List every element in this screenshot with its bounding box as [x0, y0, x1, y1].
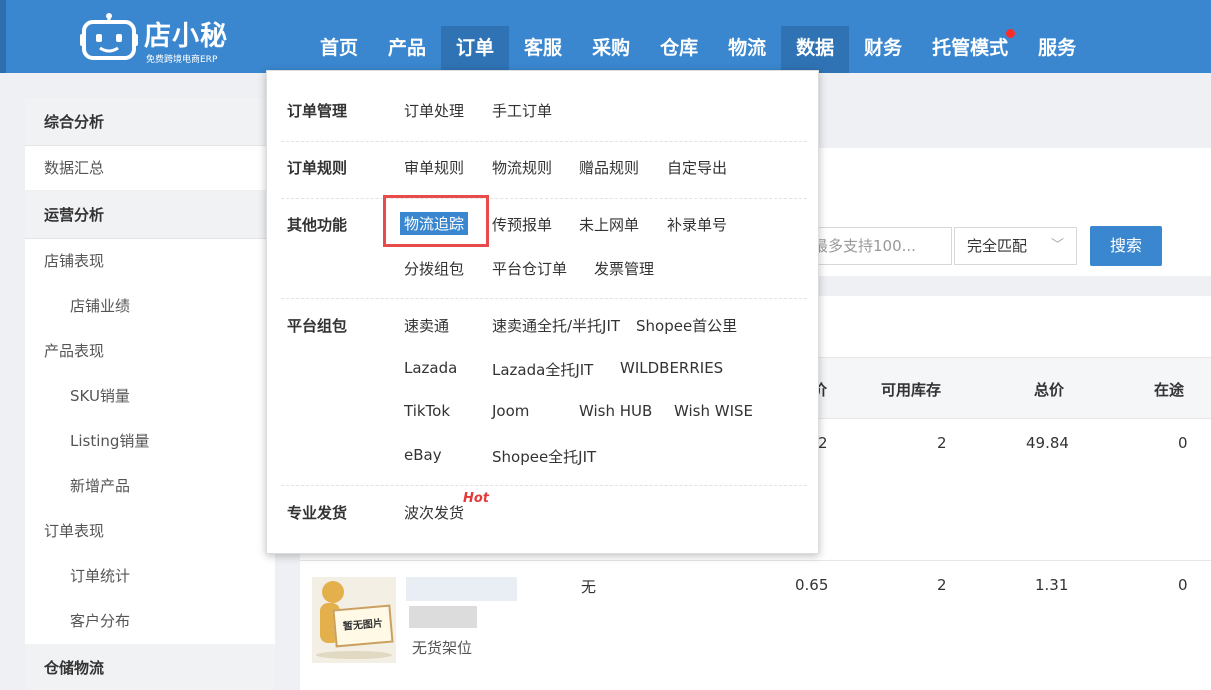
no-image-sign: 暂无图片 — [332, 604, 394, 648]
nav-finance[interactable]: 财务 — [849, 26, 917, 73]
menu-lazada-jit[interactable]: Lazada全托JIT — [492, 359, 593, 380]
section-divider — [281, 141, 807, 142]
sidebar-item-sku-sales[interactable]: SKU销量 — [25, 374, 275, 419]
sidebar-item-order-performance[interactable]: 订单表现 — [25, 509, 275, 554]
row1-stock: 2 — [937, 434, 947, 452]
nav-managed-mode-label: 托管模式 — [932, 37, 1009, 59]
menu-wave-shipping[interactable]: 波次发货 — [404, 502, 464, 523]
logo[interactable]: 店小秘 免费跨境电商ERP — [80, 8, 240, 66]
product-image-placeholder[interactable]: 暂无图片 — [312, 577, 396, 663]
row2-name: 无 — [581, 578, 597, 596]
col-in-transit: 在途 — [1154, 381, 1185, 399]
menu-aliexpress[interactable]: 速卖通 — [404, 315, 449, 336]
row2-price: 0.65 — [795, 576, 829, 594]
nav-services[interactable]: 服务 — [1023, 26, 1091, 73]
row2-total: 1.31 — [1035, 576, 1069, 594]
menu-logistics-rules[interactable]: 物流规则 — [492, 157, 552, 178]
menu-shopee-first-mile[interactable]: Shopee首公里 — [636, 315, 737, 336]
sidebar-item-product-performance[interactable]: 产品表现 — [25, 329, 275, 374]
menu-order-processing[interactable]: 订单处理 — [404, 100, 464, 121]
match-mode-value: 完全匹配 — [967, 237, 1028, 255]
logo-tagline: 免费跨境电商ERP — [146, 55, 218, 65]
top-navigation-bar: 店小秘 免费跨境电商ERP 首页 产品 订单 客服 采购 仓库 物流 数据 财务… — [0, 0, 1211, 73]
placeholder-figure-head — [322, 581, 344, 603]
nav-purchasing[interactable]: 采购 — [577, 26, 645, 73]
hot-badge: Hot — [463, 491, 490, 506]
row1-transit: 0 — [1178, 434, 1188, 452]
highlight-box — [383, 195, 489, 247]
section-platform-packing: 平台组包 — [287, 317, 348, 335]
nav-products[interactable]: 产品 — [373, 26, 441, 73]
sidebar-item-customer-distribution[interactable]: 客户分布 — [25, 599, 275, 644]
menu-wildberries[interactable]: WILDBERRIES — [620, 359, 723, 377]
chevron-down-icon: ﹀ — [1050, 238, 1064, 253]
row1-total: 49.84 — [1026, 434, 1069, 452]
sidebar-item-new-products[interactable]: 新增产品 — [25, 464, 275, 509]
menu-ebay[interactable]: eBay — [404, 446, 442, 464]
menu-wish-wise[interactable]: Wish WISE — [674, 402, 753, 420]
section-order-management: 订单管理 — [287, 102, 348, 120]
sidebar-group-operations[interactable]: 运营分析 — [25, 191, 275, 239]
sidebar-item-store-results[interactable]: 店铺业绩 — [25, 284, 275, 329]
row-divider — [300, 560, 1211, 561]
product-sku-blurred — [409, 606, 477, 628]
menu-pre-declaration[interactable]: 传预报单 — [492, 214, 552, 235]
row2-location: 无货架位 — [412, 639, 473, 657]
sidebar-item-store-performance[interactable]: 店铺表现 — [25, 239, 275, 284]
col-available-stock: 可用库存 — [881, 381, 942, 399]
col-total-price: 总价 — [1034, 381, 1065, 399]
menu-manual-order[interactable]: 手工订单 — [492, 100, 552, 121]
menu-tiktok[interactable]: TikTok — [404, 402, 450, 420]
orders-dropdown-menu: 订单管理 订单处理 手工订单 订单规则 审单规则 物流规则 赠品规则 自定导出 … — [266, 70, 819, 554]
sidebar-item-order-stats[interactable]: 订单统计 — [25, 554, 275, 599]
row2-stock: 2 — [937, 576, 947, 594]
sidebar-group-overview[interactable]: 综合分析 — [25, 98, 275, 146]
nav-home[interactable]: 首页 — [305, 26, 373, 73]
menu-platform-warehouse-orders[interactable]: 平台仓订单 — [492, 258, 567, 279]
nav-managed-mode[interactable]: 托管模式 — [917, 26, 1023, 73]
logo-name: 店小秘 — [144, 21, 228, 52]
header-edge — [0, 0, 6, 73]
menu-wish-hub[interactable]: Wish HUB — [579, 402, 652, 420]
menu-invoice-management[interactable]: 发票管理 — [594, 258, 654, 279]
menu-aliexpress-jit[interactable]: 速卖通全托/半托JIT — [492, 315, 620, 336]
menu-gift-rules[interactable]: 赠品规则 — [579, 157, 639, 178]
menu-shopee-jit[interactable]: Shopee全托JIT — [492, 446, 596, 467]
menu-supplement-tracking[interactable]: 补录单号 — [667, 214, 727, 235]
section-divider — [281, 298, 807, 299]
sidebar-item-data-summary[interactable]: 数据汇总 — [25, 146, 275, 191]
sidebar: 综合分析 数据汇总 运营分析 店铺表现 店铺业绩 产品表现 SKU销量 List… — [25, 98, 275, 690]
placeholder-shadow — [316, 651, 392, 659]
section-professional-shipping: 专业发货 — [287, 504, 348, 522]
search-input[interactable]: 最多支持100... — [802, 227, 952, 265]
section-divider — [281, 198, 807, 199]
sidebar-item-listing-sales[interactable]: Listing销量 — [25, 419, 275, 464]
menu-not-online-orders[interactable]: 未上网单 — [579, 214, 639, 235]
notification-dot — [1006, 29, 1016, 38]
menu-distribution-packing[interactable]: 分拨组包 — [404, 258, 464, 279]
sidebar-group-warehouse-logistics[interactable]: 仓储物流 — [25, 644, 275, 690]
main-nav: 首页 产品 订单 客服 采购 仓库 物流 数据 财务 托管模式 服务 — [305, 26, 1091, 73]
nav-customer-service[interactable]: 客服 — [509, 26, 577, 73]
section-divider — [281, 485, 807, 486]
match-mode-select[interactable]: 完全匹配 ﹀ — [954, 227, 1077, 265]
menu-joom[interactable]: Joom — [492, 402, 529, 420]
nav-logistics[interactable]: 物流 — [713, 26, 781, 73]
search-button[interactable]: 搜索 — [1090, 226, 1162, 266]
menu-custom-export[interactable]: 自定导出 — [667, 157, 727, 178]
section-order-rules: 订单规则 — [287, 159, 348, 177]
row1-price: 2 — [818, 434, 828, 452]
menu-lazada[interactable]: Lazada — [404, 359, 457, 377]
row2-transit: 0 — [1178, 576, 1188, 594]
nav-orders[interactable]: 订单 — [441, 26, 510, 73]
nav-warehouse[interactable]: 仓库 — [645, 26, 713, 73]
nav-data[interactable]: 数据 — [781, 26, 850, 73]
robot-logo-icon — [80, 13, 138, 60]
menu-review-rules[interactable]: 审单规则 — [404, 157, 464, 178]
section-other-functions: 其他功能 — [287, 216, 348, 234]
product-title-blurred[interactable] — [406, 577, 517, 601]
